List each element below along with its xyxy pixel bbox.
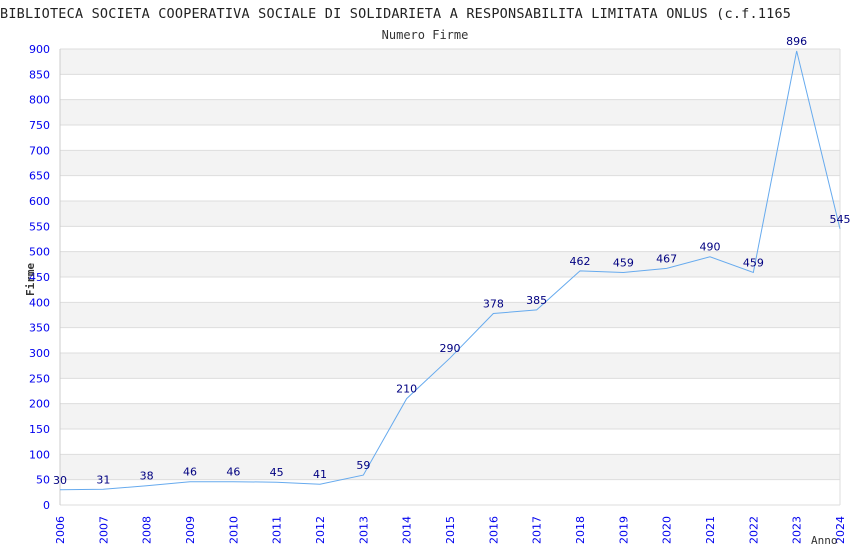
y-tick-label: 850 [29, 68, 50, 81]
y-tick-label: 400 [29, 296, 50, 309]
x-tick-label: 2016 [487, 516, 500, 544]
y-tick-label: 150 [29, 423, 50, 436]
x-tick-label: 2010 [227, 516, 240, 544]
x-tick-label: 2007 [97, 516, 110, 544]
x-tick-label: 2015 [444, 516, 457, 544]
x-tick-label: 2008 [141, 516, 154, 544]
data-label: 459 [743, 256, 764, 269]
y-tick-label: 350 [29, 322, 50, 335]
grid-band [60, 251, 840, 277]
y-tick-label: 700 [29, 144, 50, 157]
x-tick-label: 2009 [184, 516, 197, 544]
data-label: 545 [830, 213, 850, 226]
y-tick-label: 650 [29, 170, 50, 183]
x-tick-label: 2021 [704, 516, 717, 544]
data-label: 896 [786, 35, 807, 48]
data-label: 46 [226, 466, 240, 479]
y-tick-label: 500 [29, 246, 50, 259]
x-tick-label: 2011 [271, 516, 284, 544]
data-label: 385 [526, 294, 547, 307]
data-label: 41 [313, 468, 327, 481]
x-tick-label: 2012 [314, 516, 327, 544]
x-tick-label: 2014 [401, 516, 414, 544]
grid-band [60, 201, 840, 227]
y-tick-label: 550 [29, 220, 50, 233]
data-label: 378 [483, 297, 504, 310]
y-tick-label: 200 [29, 398, 50, 411]
y-tick-label: 900 [29, 43, 50, 56]
data-label: 467 [656, 252, 677, 265]
grid-band [60, 454, 840, 480]
x-tick-label: 2022 [747, 516, 760, 544]
x-tick-label: 2020 [661, 516, 674, 544]
grid-band [60, 150, 840, 176]
data-label: 30 [53, 474, 67, 487]
data-label: 459 [613, 256, 634, 269]
y-tick-label: 250 [29, 372, 50, 385]
grid-band [60, 353, 840, 379]
grid-band [60, 49, 840, 75]
x-tick-label: 2023 [791, 516, 804, 544]
grid-band [60, 302, 840, 328]
x-tick-label: 2018 [574, 516, 587, 544]
grid-band [60, 99, 840, 125]
data-label: 31 [96, 473, 110, 486]
data-label: 210 [396, 383, 417, 396]
x-tick-label: 2013 [357, 516, 370, 544]
y-axis-label: Firme [24, 263, 37, 296]
y-tick-label: 50 [36, 474, 50, 487]
line-chart: 0501001502002503003504004505005506006507… [24, 35, 850, 547]
data-label: 290 [440, 342, 461, 355]
y-tick-label: 750 [29, 119, 50, 132]
y-tick-label: 800 [29, 94, 50, 107]
x-axis-label: Anno [811, 534, 838, 547]
data-label: 59 [356, 459, 370, 472]
data-label: 490 [700, 241, 721, 254]
y-tick-label: 0 [43, 499, 50, 512]
data-label: 462 [570, 255, 591, 268]
x-tick-label: 2019 [617, 516, 630, 544]
data-label: 45 [270, 466, 284, 479]
x-tick-label: 2006 [54, 516, 67, 544]
grid-band [60, 403, 840, 429]
y-tick-label: 600 [29, 195, 50, 208]
y-tick-label: 300 [29, 347, 50, 360]
data-label: 46 [183, 466, 197, 479]
data-label: 38 [140, 470, 154, 483]
y-tick-label: 100 [29, 448, 50, 461]
x-tick-label: 2017 [531, 516, 544, 544]
